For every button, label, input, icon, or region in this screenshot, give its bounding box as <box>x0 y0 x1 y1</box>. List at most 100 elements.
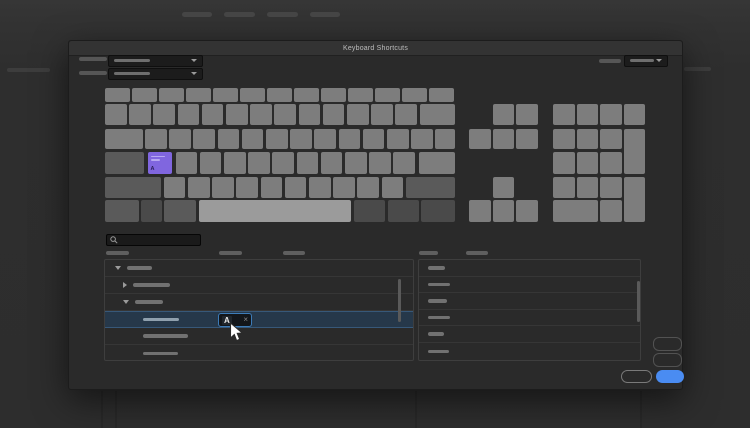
keyboard-key[interactable] <box>576 104 598 125</box>
keyboard-key[interactable] <box>250 104 272 125</box>
keyboard-key[interactable] <box>201 104 224 125</box>
keyboard-key[interactable] <box>516 129 538 149</box>
keyboard-key[interactable] <box>175 152 198 174</box>
keyboard-key[interactable] <box>169 129 191 149</box>
keyboard-key[interactable] <box>217 129 240 149</box>
keyboard-key[interactable] <box>274 104 297 125</box>
keyboard-key[interactable] <box>344 152 367 174</box>
shortcut-detail-row[interactable] <box>419 343 640 360</box>
keyboard-key[interactable] <box>492 200 514 222</box>
keyboard-key[interactable] <box>240 88 265 102</box>
shortcut-detail-row[interactable] <box>419 326 640 343</box>
keyboard-key[interactable] <box>469 200 491 222</box>
shortcut-detail-row[interactable] <box>419 260 640 277</box>
keyboard-key[interactable] <box>164 200 196 222</box>
keyboard-key[interactable] <box>284 177 307 198</box>
keyboard-key[interactable] <box>387 200 419 222</box>
keyboard-key[interactable] <box>153 104 176 125</box>
keyboard-key[interactable] <box>105 152 144 174</box>
keyboard-key[interactable] <box>223 152 246 174</box>
shortcut-key-chip[interactable]: A × <box>218 313 252 327</box>
keyboard-key[interactable] <box>553 200 598 222</box>
chevron-right-icon[interactable] <box>123 282 127 288</box>
keyboard-key[interactable] <box>294 88 319 102</box>
keyboard-key[interactable] <box>435 129 455 149</box>
keyboard-key[interactable] <box>141 200 162 222</box>
keyboard-key[interactable] <box>105 129 143 149</box>
ok-button[interactable] <box>656 370 684 383</box>
keyboard-key[interactable] <box>212 177 234 198</box>
keyboard-key[interactable] <box>105 200 139 222</box>
keyboard-key[interactable] <box>322 104 345 125</box>
keyboard-key[interactable] <box>387 129 409 149</box>
keyboard-key[interactable] <box>395 104 418 125</box>
keyboard-key[interactable] <box>600 177 622 198</box>
keyboard-key-selected[interactable]: A <box>147 152 172 174</box>
chip-remove-icon[interactable]: × <box>243 316 248 324</box>
shortcut-row[interactable] <box>105 345 413 362</box>
keyboard-key[interactable] <box>333 177 355 198</box>
keyboard-key[interactable] <box>241 129 264 149</box>
keyboard-key[interactable] <box>236 177 259 198</box>
keyboard-key[interactable] <box>248 152 270 174</box>
keyboard-key[interactable] <box>348 88 373 102</box>
keyboard-key[interactable] <box>145 129 167 149</box>
keyboard-key[interactable] <box>347 104 369 125</box>
keyboard-key[interactable] <box>516 200 538 222</box>
shortcut-row[interactable] <box>105 277 413 294</box>
keyboard-key[interactable] <box>186 88 211 102</box>
keyboard-key[interactable] <box>492 104 514 125</box>
keyboard-key[interactable] <box>105 104 127 125</box>
keyboard-key[interactable] <box>576 152 598 174</box>
keyboard-key[interactable] <box>177 104 200 125</box>
keyboard-key[interactable] <box>623 177 645 222</box>
shortcut-detail-row[interactable] <box>419 293 640 310</box>
keyboard-key[interactable] <box>419 104 455 125</box>
keyboard-key[interactable] <box>132 88 157 102</box>
keyboard-key[interactable] <box>600 104 622 125</box>
keyboard-key[interactable] <box>516 104 538 125</box>
keyboard-key[interactable] <box>298 104 321 125</box>
clear-button[interactable] <box>653 353 682 367</box>
shortcut-row[interactable] <box>105 260 413 277</box>
keyboard-key[interactable] <box>213 88 238 102</box>
keyboard-key[interactable] <box>105 177 161 198</box>
keyboard-key[interactable] <box>260 177 283 198</box>
keyboard-key[interactable] <box>375 88 400 102</box>
keyboard-key[interactable] <box>226 104 248 125</box>
keyboard-key[interactable] <box>296 152 319 174</box>
shortcut-row[interactable] <box>105 294 413 311</box>
keyboard-key[interactable] <box>321 88 346 102</box>
keyboard-key[interactable] <box>469 129 491 149</box>
chevron-down-icon[interactable] <box>123 300 129 304</box>
keyboard-key[interactable] <box>492 177 514 198</box>
keyboard-key[interactable] <box>163 177 186 198</box>
keyboard-key[interactable] <box>290 129 312 149</box>
keyboard-key[interactable] <box>371 104 393 125</box>
keyboard-key[interactable] <box>553 152 575 174</box>
keyboard-key[interactable] <box>553 129 575 149</box>
keyboard-key[interactable] <box>129 104 151 125</box>
shortcut-detail-row[interactable] <box>419 310 640 327</box>
keyboard-key[interactable] <box>600 152 622 174</box>
keyboard-key[interactable] <box>105 88 130 102</box>
keyboard-key[interactable] <box>406 177 455 198</box>
keyboard-key[interactable] <box>266 129 288 149</box>
keyboard-key[interactable] <box>320 152 343 174</box>
keyboard-key[interactable] <box>553 104 575 125</box>
keyboard-key[interactable] <box>369 152 391 174</box>
keyboard-key[interactable] <box>393 152 415 174</box>
keyboard-key[interactable] <box>362 129 385 149</box>
keyboard-key[interactable] <box>267 88 292 102</box>
undo-button[interactable] <box>653 337 682 351</box>
keyboard-key[interactable] <box>600 200 622 222</box>
keyboard-key[interactable] <box>354 200 385 222</box>
keyboard-key[interactable] <box>198 200 351 222</box>
keyboard-key[interactable] <box>429 88 454 102</box>
keyboard-key[interactable] <box>159 88 184 102</box>
keyboard-key[interactable] <box>314 129 337 149</box>
keyboard-key[interactable] <box>623 104 645 125</box>
keyboard-key[interactable] <box>576 177 598 198</box>
keyboard-key[interactable] <box>553 177 575 198</box>
keyboard-key[interactable] <box>402 88 427 102</box>
